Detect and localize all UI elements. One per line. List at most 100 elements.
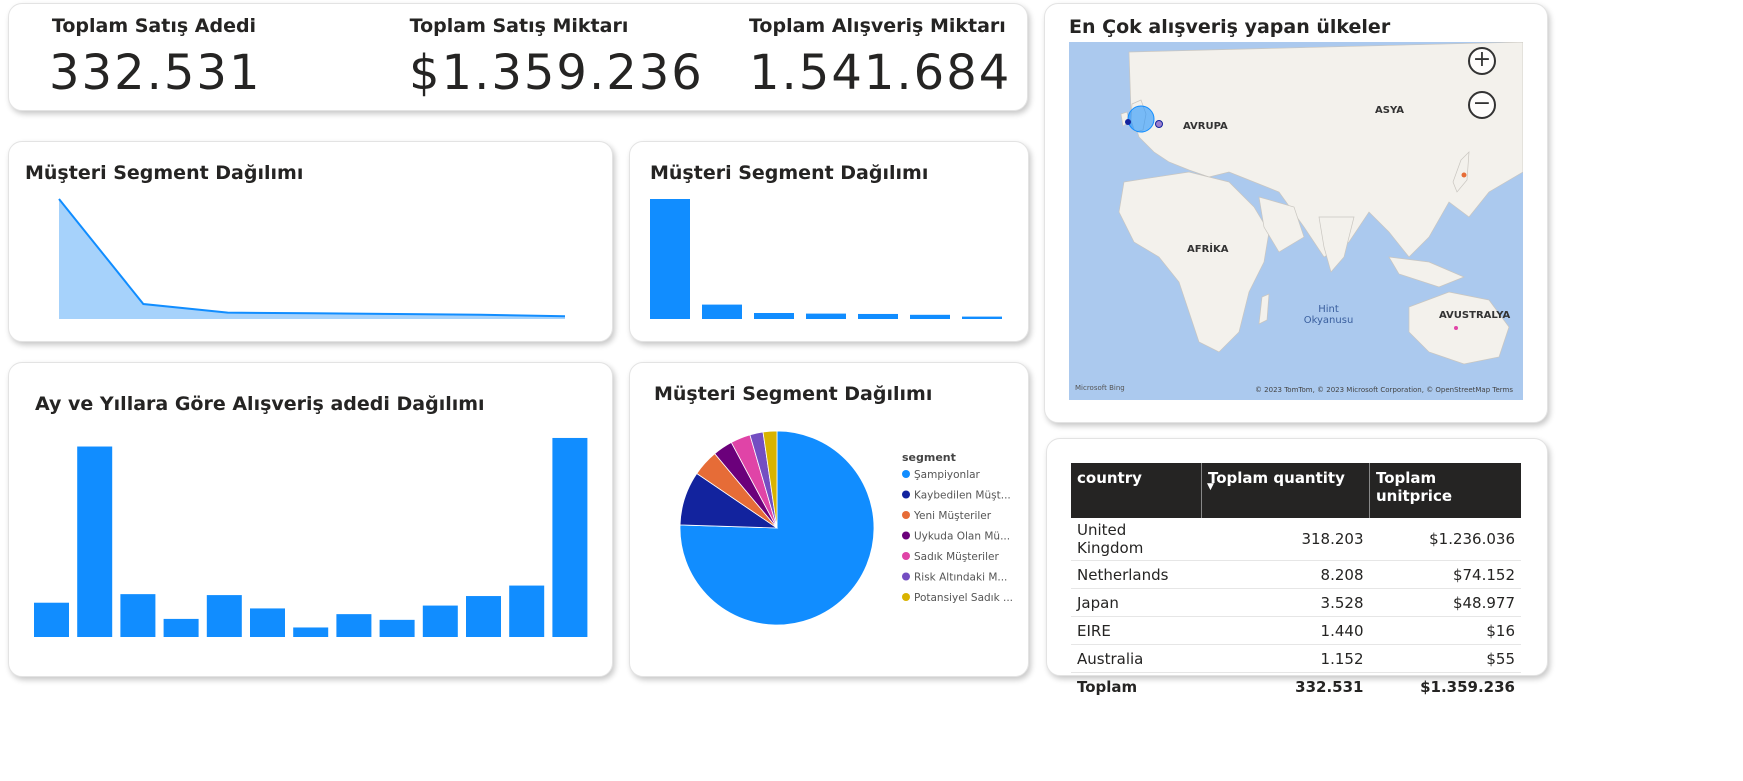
pie-legend-label[interactable]: Uykuda Olan Mü... xyxy=(914,531,1010,543)
segment-area-chart[interactable] xyxy=(9,142,614,343)
column-header-unitprice[interactable]: Toplam unitprice xyxy=(1369,463,1521,518)
zoom-out-button[interactable]: − xyxy=(1468,91,1496,119)
segment-bar[interactable] xyxy=(702,304,742,319)
month-bar[interactable] xyxy=(466,596,501,637)
table-row[interactable]: EIRE 1.440 $16 xyxy=(1071,616,1521,645)
pie-legend-label[interactable]: Risk Altındaki M... xyxy=(914,572,1007,584)
month-bar[interactable] xyxy=(163,618,199,637)
sort-desc-icon[interactable]: ▼ xyxy=(1207,483,1214,492)
total-label: Toplam xyxy=(1071,672,1202,700)
bubble-netherlands xyxy=(1155,120,1163,128)
month-bar[interactable] xyxy=(250,608,285,637)
cell-quantity: 3.528 xyxy=(1201,588,1370,617)
pie-legend-label[interactable]: Yeni Müşteriler xyxy=(913,510,992,522)
total-quantity: 332.531 xyxy=(1201,672,1370,700)
kpi-total-purchase-amount: Toplam Alışveriş Miktarı 1.541.684 xyxy=(749,15,1012,101)
map-label-ocean: Hint Okyanusu xyxy=(1303,304,1354,326)
map-label-africa: AFRİKA xyxy=(1187,244,1229,255)
landmass-india xyxy=(1318,216,1355,273)
area-point[interactable] xyxy=(226,311,230,315)
segment-bar[interactable] xyxy=(806,313,846,319)
zoom-in-button[interactable]: + xyxy=(1468,47,1496,75)
bubble-eire xyxy=(1125,119,1131,125)
pie-legend-marker xyxy=(902,490,910,499)
map-card[interactable]: En Çok alışveriş yapan ülkeler AVRUPA AS… xyxy=(1044,3,1548,423)
cell-quantity: 8.208 xyxy=(1201,560,1370,589)
segment-bar[interactable] xyxy=(650,199,690,319)
area-point[interactable] xyxy=(479,313,483,317)
map-label-europe: AVRUPA xyxy=(1183,121,1228,132)
segment-bar[interactable] xyxy=(962,316,1002,319)
cell-quantity: 318.203 xyxy=(1201,518,1370,561)
cell-quantity: 1.152 xyxy=(1201,644,1370,673)
month-bar[interactable] xyxy=(120,594,156,637)
kpi-label: Toplam Satış Miktarı xyxy=(409,15,629,37)
pie-legend-marker xyxy=(902,470,910,478)
segment-pie-card[interactable]: Müşteri Segment Dağılımı segment Şampiyon… xyxy=(629,362,1029,677)
month-bar[interactable] xyxy=(336,614,372,637)
table-row[interactable]: Australia 1.152 $55 xyxy=(1071,644,1521,673)
landmass-sea-islands xyxy=(1388,256,1465,288)
cell-country: Japan xyxy=(1071,588,1202,617)
segment-bar-chart[interactable] xyxy=(630,142,1030,343)
map-land-shapes xyxy=(1118,42,1523,365)
cell-unitprice: $1.236.036 xyxy=(1369,518,1521,561)
bubble-australia xyxy=(1454,326,1458,330)
month-bar[interactable] xyxy=(34,602,69,637)
map-attribution[interactable]: © 2023 TomTom, © 2023 Microsoft Corporat… xyxy=(1255,386,1513,394)
cell-quantity: 1.440 xyxy=(1201,616,1370,645)
pie-legend-label[interactable]: Kaybedilen Müşt... xyxy=(914,490,1011,502)
pie-legend-label[interactable]: Sadık Müşteriler xyxy=(914,551,999,563)
kpi-value: 1.541.684 xyxy=(749,45,1012,101)
kpi-total-sales-count: Toplam Satış Adedi 332.531 xyxy=(49,15,262,101)
area-fill xyxy=(59,199,565,319)
month-bar[interactable] xyxy=(206,595,242,637)
country-table-card[interactable]: country Toplam quantity ▼ Toplam unitpri… xyxy=(1046,438,1548,700)
segment-bar[interactable] xyxy=(754,313,794,319)
segment-bar[interactable] xyxy=(910,314,950,319)
month-bar[interactable] xyxy=(509,585,545,637)
landmass-africa xyxy=(1118,171,1270,353)
table-row[interactable]: Japan 3.528 $48.977 xyxy=(1071,588,1521,617)
pie-legend-marker xyxy=(902,593,910,601)
monthly-bar-chart[interactable] xyxy=(9,363,614,678)
column-header-country[interactable]: country xyxy=(1071,463,1202,518)
cell-country: EIRE xyxy=(1071,616,1202,645)
pie-legend-label[interactable]: Potansiyel Sadık ... xyxy=(914,592,1013,604)
bubble-united-kingdom xyxy=(1127,105,1155,133)
month-bar[interactable] xyxy=(422,605,458,637)
column-header-quantity-label: Toplam quantity xyxy=(1208,469,1345,487)
kpi-card: Toplam Satış Adedi 332.531 Toplam Satış … xyxy=(8,3,1028,111)
map-canvas[interactable]: AVRUPA ASYA AFRİKA Hint Okyanusu AVUSTRA… xyxy=(1069,42,1523,400)
monthly-bar-card[interactable]: Ay ve Yıllara Göre Alışveriş adedi Dağıl… xyxy=(8,362,613,677)
segment-area-card[interactable]: Müşteri Segment Dağılımı xyxy=(8,141,613,342)
month-bar[interactable] xyxy=(552,437,588,637)
table-row[interactable]: United Kingdom 318.203 $1.236.036 xyxy=(1071,518,1521,561)
cell-unitprice: $55 xyxy=(1369,644,1521,673)
pie-legend-title: segment xyxy=(902,451,956,464)
area-point[interactable] xyxy=(394,312,398,316)
segment-bar-card[interactable]: Müşteri Segment Dağılımı xyxy=(629,141,1029,342)
area-point[interactable] xyxy=(310,311,314,315)
total-unitprice: $1.359.236 xyxy=(1369,672,1521,700)
landmass-madagascar xyxy=(1258,293,1270,325)
area-point[interactable] xyxy=(141,302,145,306)
area-point[interactable] xyxy=(563,314,567,318)
pie-legend-marker xyxy=(902,511,910,519)
area-point[interactable] xyxy=(57,197,61,201)
kpi-label: Toplam Satış Adedi xyxy=(51,15,257,37)
map-title: En Çok alışveriş yapan ülkeler xyxy=(1069,16,1391,38)
column-header-quantity[interactable]: Toplam quantity ▼ xyxy=(1201,463,1370,518)
month-bar[interactable] xyxy=(293,627,329,637)
kpi-value: 332.531 xyxy=(49,45,262,101)
segment-pie-chart[interactable]: segment Şampiyonlar Kaybedilen Müşt... Yeni… xyxy=(630,363,1030,678)
map-label-australia: AVUSTRALYA xyxy=(1439,310,1511,321)
month-bar[interactable] xyxy=(379,619,415,637)
month-bar[interactable] xyxy=(77,446,113,637)
table-row[interactable]: Netherlands 8.208 $74.152 xyxy=(1071,560,1521,589)
pie-legend-marker xyxy=(902,531,910,540)
segment-bar[interactable] xyxy=(858,313,898,319)
pie-legend-label[interactable]: Şampiyonlar xyxy=(914,469,981,481)
country-table: country Toplam quantity ▼ Toplam unitpri… xyxy=(1071,463,1521,700)
cell-unitprice: $16 xyxy=(1369,616,1521,645)
